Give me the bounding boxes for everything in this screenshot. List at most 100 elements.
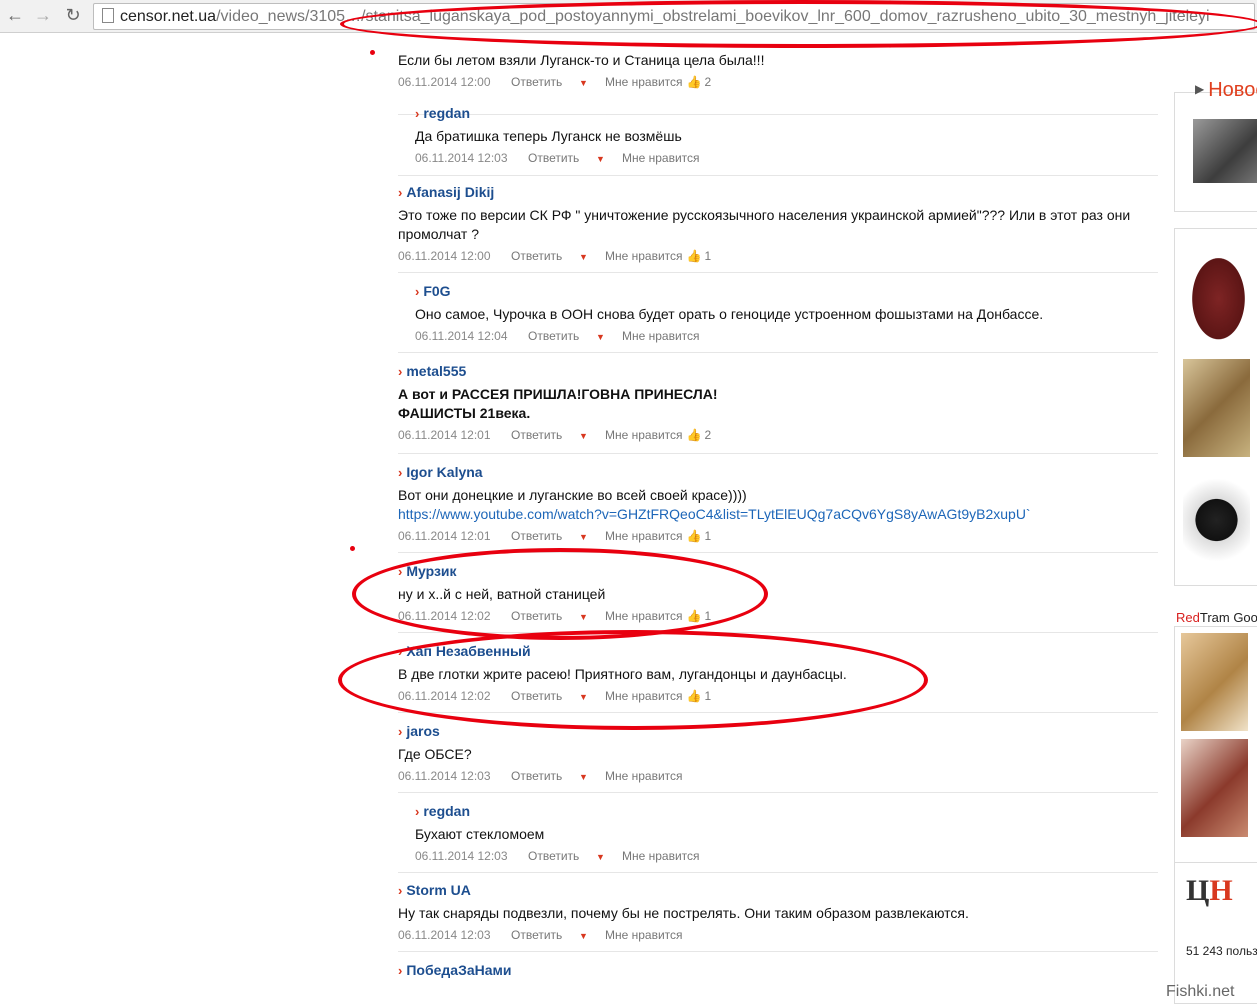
back-arrow-icon[interactable]: ← xyxy=(4,4,26,26)
comment: › Afanasij Dikij Это тоже по версии СК РФ… xyxy=(398,182,1148,265)
chevron-right-icon: › xyxy=(415,106,420,121)
logo-letter-c: Ц xyxy=(1186,874,1210,907)
comment: › regdan Да братишка теперь Луганск не во… xyxy=(415,103,1165,167)
like-link[interactable]: Мне нравится xyxy=(605,426,683,444)
author-name[interactable]: metal555 xyxy=(406,363,466,379)
comment-author[interactable]: › metal555 xyxy=(398,361,1148,381)
watermark: Fishki.net xyxy=(1166,983,1235,1000)
comment: › Igor Kalyna Вот они донецкие и лугански… xyxy=(398,462,1148,545)
author-name[interactable]: Afanasij Dikij xyxy=(406,184,494,200)
ad-wallet-image[interactable] xyxy=(1181,739,1248,837)
like-count: 1 xyxy=(704,689,712,703)
comment-author[interactable]: › Afanasij Dikij xyxy=(398,182,1148,202)
dropdown-arrow-icon[interactable]: ▼ xyxy=(596,150,622,168)
ad-hat-image[interactable] xyxy=(1185,247,1252,341)
like-link[interactable]: Мне нравится xyxy=(622,327,700,345)
dropdown-arrow-icon[interactable]: ▼ xyxy=(596,848,622,866)
author-name[interactable]: Igor Kalyna xyxy=(406,464,482,480)
comment: › Storm UA Ну так снаряды подвезли, почем… xyxy=(398,880,1148,944)
redtram-rest: Tram Goo xyxy=(1199,610,1257,625)
followers-count: 51 243 польз xyxy=(1186,944,1257,958)
redtram-widget xyxy=(1174,626,1257,870)
ad-bracelet-image[interactable] xyxy=(1181,633,1248,731)
reply-link[interactable]: Ответить xyxy=(511,426,579,444)
comment-date: 06.11.2014 12:03 xyxy=(415,849,508,863)
like-link[interactable]: Мне нравится xyxy=(605,767,683,785)
comment-author[interactable]: › regdan xyxy=(415,103,1165,123)
reply-link[interactable]: Ответить xyxy=(528,149,596,167)
ad-wristwatch-image[interactable] xyxy=(1183,471,1250,569)
chevron-right-icon: › xyxy=(398,364,403,379)
comment-date: 06.11.2014 12:02 xyxy=(398,689,491,703)
youtube-link[interactable]: https://www.youtube.com/watch?v=GHZtFRQe… xyxy=(398,506,1031,522)
divider xyxy=(398,792,1158,793)
reply-link[interactable]: Ответить xyxy=(528,847,596,865)
comment-date: 06.11.2014 12:01 xyxy=(398,428,491,442)
reply-link[interactable]: Ответить xyxy=(511,527,579,545)
news-widget: ▶Новос xyxy=(1174,79,1257,212)
reply-link[interactable]: Ответить xyxy=(511,926,579,944)
author-name[interactable]: jaros xyxy=(406,723,439,739)
logo-letter-n: Н xyxy=(1209,874,1233,907)
divider xyxy=(398,272,1158,273)
thumbs-up-icon: 👍 xyxy=(686,689,702,703)
dropdown-arrow-icon[interactable]: ▼ xyxy=(579,768,605,786)
dropdown-arrow-icon[interactable]: ▼ xyxy=(579,608,605,626)
author-name[interactable]: Хап Незабвенный xyxy=(406,643,530,659)
comment-author[interactable]: › jaros xyxy=(398,721,1148,741)
like-link[interactable]: Мне нравится xyxy=(605,607,683,625)
like-link[interactable]: Мне нравится xyxy=(605,926,683,944)
reply-link[interactable]: Ответить xyxy=(511,607,579,625)
author-name[interactable]: regdan xyxy=(423,803,470,819)
reply-link[interactable]: Ответить xyxy=(528,327,596,345)
author-name[interactable]: regdan xyxy=(423,105,470,121)
comment-meta: 06.11.2014 12:01 Ответить ▼ Мне нравится 👍 2 xyxy=(398,426,1148,444)
reply-link[interactable]: Ответить xyxy=(511,247,579,265)
comment-text: Да братишка теперь Луганск не возмёшь xyxy=(415,128,682,144)
dropdown-arrow-icon[interactable]: ▼ xyxy=(579,528,605,546)
like-link[interactable]: Мне нравится xyxy=(605,527,683,545)
chevron-right-icon: › xyxy=(398,465,403,480)
comment-author[interactable]: › Мурзик xyxy=(398,561,1148,581)
author-name[interactable]: F0G xyxy=(423,283,450,299)
reply-link[interactable]: Ответить xyxy=(511,687,579,705)
comment-text: Это тоже по версии СК РФ " уничтожение р… xyxy=(398,207,1131,242)
comment: Если бы летом взяли Луганск-то и Станица… xyxy=(398,47,1148,91)
comment-meta: 06.11.2014 12:03 Ответить ▼ Мне нравится xyxy=(415,847,1165,865)
like-link[interactable]: Мне нравится xyxy=(605,247,683,265)
news-thumbnail[interactable] xyxy=(1193,119,1257,183)
divider xyxy=(398,453,1158,454)
comment-author[interactable]: › Хап Незабвенный xyxy=(398,641,1148,661)
ads-widget xyxy=(1174,228,1257,586)
comment-meta: 06.11.2014 12:00 Ответить ▼ Мне нравится 👍 2 xyxy=(398,73,1148,91)
reply-link[interactable]: Ответить xyxy=(511,73,579,91)
like-link[interactable]: Мне нравится xyxy=(622,149,700,167)
dropdown-arrow-icon[interactable]: ▼ xyxy=(579,927,605,945)
reload-icon[interactable]: ↻ xyxy=(62,4,84,26)
divider xyxy=(398,632,1158,633)
author-name[interactable]: ПобедаЗаНами xyxy=(406,962,511,978)
site-logo[interactable]: ЦН xyxy=(1186,874,1233,908)
like-link[interactable]: Мне нравится xyxy=(605,73,683,91)
dropdown-arrow-icon[interactable]: ▼ xyxy=(596,328,622,346)
dropdown-arrow-icon[interactable]: ▼ xyxy=(579,74,605,92)
author-name[interactable]: Storm UA xyxy=(406,882,471,898)
like-link[interactable]: Мне нравится xyxy=(605,687,683,705)
dropdown-arrow-icon[interactable]: ▼ xyxy=(579,688,605,706)
news-title-text[interactable]: Новос xyxy=(1208,79,1257,101)
comment-author[interactable]: › F0G xyxy=(415,281,1165,301)
comment-author[interactable]: › Storm UA xyxy=(398,880,1148,900)
comment-author[interactable]: › regdan xyxy=(415,801,1165,821)
reply-link[interactable]: Ответить xyxy=(511,767,579,785)
comment-author[interactable]: › Igor Kalyna xyxy=(398,462,1148,482)
dropdown-arrow-icon[interactable]: ▼ xyxy=(579,427,605,445)
redtram-label[interactable]: RedTram Goo xyxy=(1176,610,1257,625)
author-name[interactable]: Мурзик xyxy=(406,563,456,579)
comment-author[interactable]: › ПобедаЗаНами xyxy=(398,960,511,980)
ad-watch-image[interactable] xyxy=(1183,359,1250,457)
forward-arrow-icon[interactable]: → xyxy=(32,4,54,26)
like-link[interactable]: Мне нравится xyxy=(622,847,700,865)
dropdown-arrow-icon[interactable]: ▼ xyxy=(579,248,605,266)
address-bar[interactable]: censor.net.ua/video_news/3105…/stanitsa_… xyxy=(93,3,1255,30)
news-widget-title[interactable]: ▶Новос xyxy=(1195,79,1257,102)
